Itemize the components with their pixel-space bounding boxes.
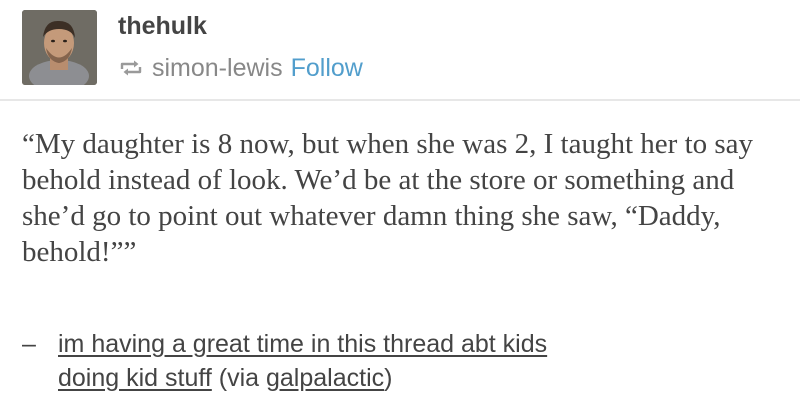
- avatar[interactable]: [22, 10, 97, 85]
- avatar-photo: [22, 10, 97, 85]
- source-link-line1: im having a great time in this thread ab…: [58, 330, 548, 358]
- quote-text: “My daughter is 8 now, but when she was …: [22, 128, 754, 268]
- via-suffix: ): [384, 364, 393, 392]
- source-post-link[interactable]: im having a great time in this thread ab…: [58, 330, 547, 358]
- source-line2: doing kid stuff (via galpalactic): [22, 361, 792, 395]
- reblog-icon: [120, 60, 142, 76]
- reblog-line: simon-lewis Follow: [118, 53, 363, 83]
- quote-source: – im having a great time in this thread a…: [22, 327, 792, 395]
- header-divider: [0, 99, 800, 101]
- author-name-link[interactable]: thehulk: [118, 14, 207, 39]
- source-dash: –: [22, 330, 36, 358]
- via-user-link[interactable]: galpalactic: [266, 364, 384, 392]
- post-header: thehulk simon-lewis Follow: [22, 10, 782, 85]
- source-post-link-continued[interactable]: doing kid stuff: [58, 364, 212, 392]
- via-prefix: (via: [218, 364, 266, 392]
- follow-button[interactable]: Follow: [291, 55, 363, 81]
- reblog-source-link[interactable]: simon-lewis: [152, 55, 283, 81]
